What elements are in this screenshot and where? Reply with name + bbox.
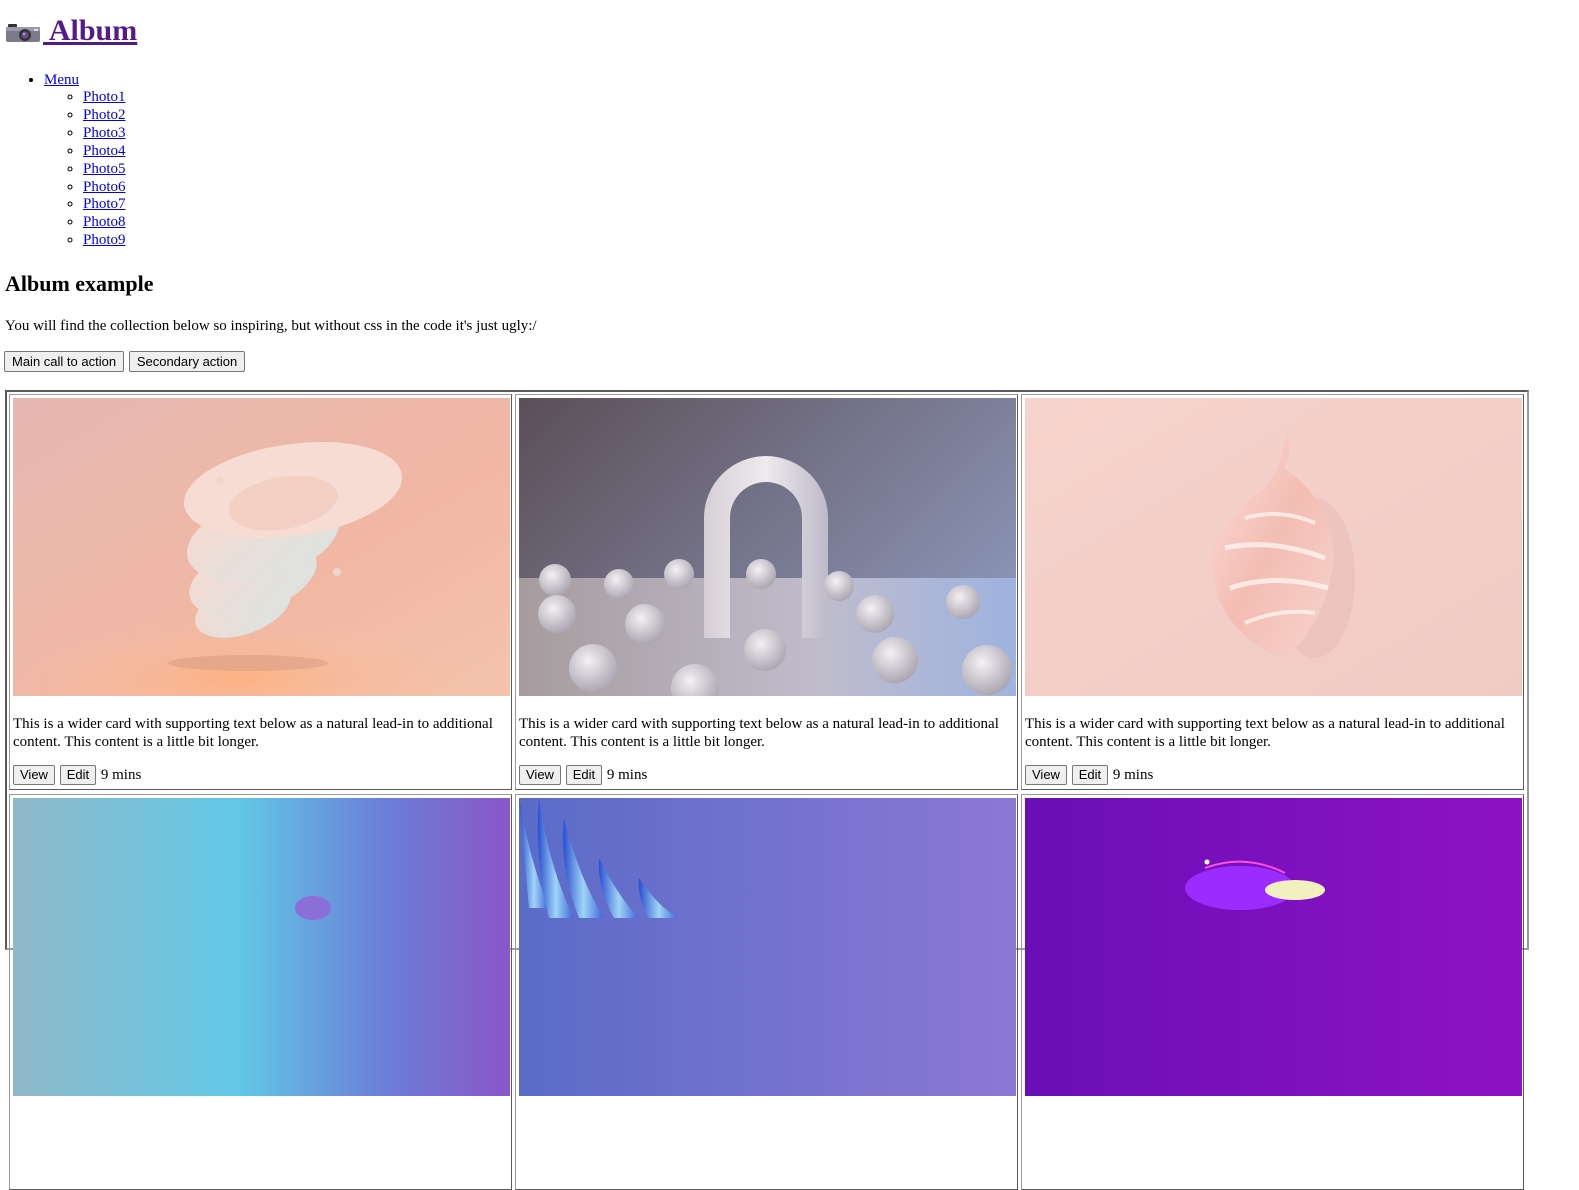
photo2-link[interactable]: Photo2 <box>83 107 126 123</box>
view-button[interactable]: View <box>519 765 561 785</box>
photo3-link[interactable]: Photo3 <box>83 125 126 141</box>
card-image-swirl-cream <box>1025 398 1522 696</box>
card-time: 9 mins <box>606 767 648 783</box>
album-card: This is a wider card with supporting tex… <box>1021 394 1524 790</box>
photo-submenu: Photo1 Photo2 Photo3 Photo4 Photo5 Photo… <box>44 89 126 250</box>
submenu-item-photo6: Photo6 <box>83 179 126 197</box>
edit-button[interactable]: Edit <box>565 765 603 785</box>
photo5-link[interactable]: Photo5 <box>83 161 126 177</box>
edit-button[interactable]: Edit <box>1071 765 1109 785</box>
site-title-text: Album <box>43 14 138 47</box>
submenu-item-photo9: Photo9 <box>83 232 126 250</box>
card-image-pink-discs <box>13 398 510 696</box>
card-footer: View Edit 9 mins <box>1025 765 1520 785</box>
submenu-item-photo5: Photo5 <box>83 161 126 179</box>
main-call-to-action-button[interactable]: Main call to action <box>4 351 125 372</box>
photo1-link[interactable]: Photo1 <box>83 89 126 105</box>
photo9-link[interactable]: Photo9 <box>83 232 126 248</box>
card-image-blue-fins <box>519 798 1016 1096</box>
album-card <box>1021 794 1524 1190</box>
card-footer: View Edit 9 mins <box>13 765 508 785</box>
view-button[interactable]: View <box>1025 765 1067 785</box>
menu-item: Menu Photo1 Photo2 Photo3 Photo4 Photo5 … <box>44 71 126 250</box>
page-heading: Album example <box>5 271 154 296</box>
hero-actions: Main call to action Secondary action <box>4 351 246 372</box>
photo6-link[interactable]: Photo6 <box>83 179 126 195</box>
edit-button[interactable]: Edit <box>59 765 97 785</box>
submenu-item-photo7: Photo7 <box>83 196 126 214</box>
site-title-link[interactable]: Album <box>5 14 137 47</box>
card-text: This is a wider card with supporting tex… <box>13 716 493 750</box>
photo7-link[interactable]: Photo7 <box>83 196 126 212</box>
main-menu: Menu Photo1 Photo2 Photo3 Photo4 Photo5 … <box>0 71 126 250</box>
card-image-purple-shape <box>1025 798 1522 1096</box>
submenu-item-photo1: Photo1 <box>83 89 126 107</box>
album-grid: This is a wider card with supporting tex… <box>9 394 1525 1190</box>
secondary-action-button[interactable]: Secondary action <box>128 351 246 372</box>
submenu-item-photo8: Photo8 <box>83 214 126 232</box>
card-footer: View Edit 9 mins <box>519 765 1014 785</box>
card-time: 9 mins <box>1112 767 1154 783</box>
card-text: This is a wider card with supporting tex… <box>1025 716 1505 750</box>
card-image-arch-spheres <box>519 398 1016 696</box>
card-text: This is a wider card with supporting tex… <box>519 716 999 750</box>
menu-link[interactable]: Menu <box>44 72 79 88</box>
site-title: Album <box>5 12 137 50</box>
lead-text: You will find the collection below so in… <box>5 318 537 334</box>
album-card <box>515 794 1018 1190</box>
view-button[interactable]: View <box>13 765 55 785</box>
submenu-item-photo3: Photo3 <box>83 125 126 143</box>
photo8-link[interactable]: Photo8 <box>83 214 126 230</box>
submenu-item-photo2: Photo2 <box>83 107 126 125</box>
album-table: This is a wider card with supporting tex… <box>5 390 1529 1190</box>
photo4-link[interactable]: Photo4 <box>83 143 126 159</box>
album-card: This is a wider card with supporting tex… <box>515 394 1018 790</box>
album-card: This is a wider card with supporting tex… <box>9 394 512 790</box>
card-time: 9 mins <box>100 767 142 783</box>
camera-icon <box>5 12 43 50</box>
album-card <box>9 794 512 1190</box>
submenu-item-photo4: Photo4 <box>83 143 126 161</box>
card-image-blue-gradient <box>13 798 510 1096</box>
